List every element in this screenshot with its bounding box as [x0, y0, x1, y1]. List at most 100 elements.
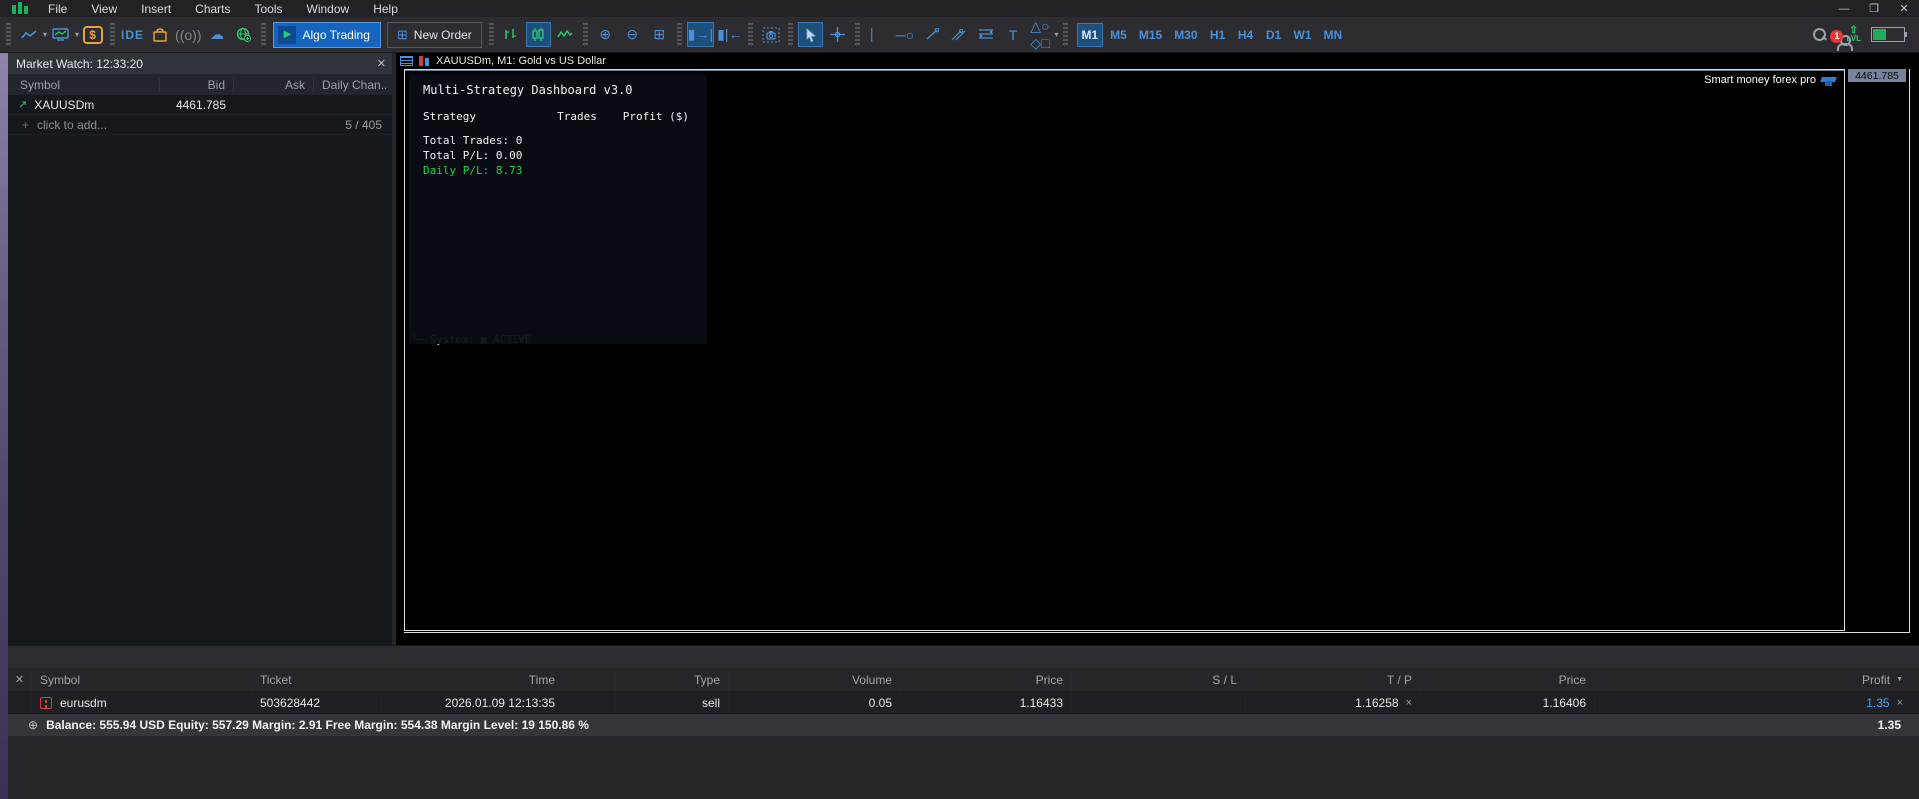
- cloud-icon[interactable]: ☁: [204, 22, 229, 47]
- text-tool-icon[interactable]: T: [1000, 22, 1025, 47]
- symbol-name: XAUUSDm: [34, 98, 94, 112]
- crosshair-icon[interactable]: [825, 22, 850, 47]
- profiles-dropdown-icon[interactable]: ▾: [75, 30, 79, 39]
- new-order-button[interactable]: ⊞ New Order: [387, 22, 482, 48]
- col-ticket[interactable]: Ticket: [252, 668, 382, 691]
- current-price-line: [405, 70, 1844, 71]
- chart-type-dropdown-icon[interactable]: ▾: [43, 30, 47, 39]
- column-ask[interactable]: Ask: [234, 78, 314, 92]
- timeframe-button-h4[interactable]: H4: [1233, 23, 1259, 47]
- line-chart-icon[interactable]: [553, 22, 578, 47]
- timeframe-button-m15[interactable]: M15: [1134, 23, 1167, 47]
- chart-type-icon[interactable]: [16, 22, 41, 47]
- screenshot-icon[interactable]: [758, 22, 783, 47]
- ide-button[interactable]: IDE: [120, 22, 145, 47]
- tile-windows-icon[interactable]: ⊞: [647, 22, 672, 47]
- dashboard-header: Strategy Trades Profit ($): [423, 109, 707, 124]
- timeframe-button-m30[interactable]: M30: [1169, 23, 1202, 47]
- shapes-dropdown-icon[interactable]: ▾: [1054, 30, 1058, 39]
- timeframe-button-m5[interactable]: M5: [1105, 23, 1132, 47]
- menu-file[interactable]: File: [36, 0, 79, 17]
- shapes-tool-icon[interactable]: △○◇□: [1027, 22, 1052, 47]
- account-total-profit: 1.35: [1878, 718, 1919, 732]
- algo-trading-button[interactable]: ▶ Algo Trading: [273, 22, 380, 48]
- community-icon[interactable]: [231, 22, 256, 47]
- position-profit: 1.35×: [1595, 692, 1919, 713]
- menu-help[interactable]: Help: [361, 0, 410, 17]
- search-icon[interactable]: [1813, 28, 1826, 41]
- payments-icon[interactable]: $: [80, 22, 105, 47]
- menu-window[interactable]: Window: [295, 0, 362, 17]
- column-daily-change[interactable]: Daily Chan...: [314, 78, 386, 92]
- menu-view[interactable]: View: [79, 0, 129, 17]
- menu-tools[interactable]: Tools: [243, 0, 295, 17]
- col-type[interactable]: Type: [616, 668, 729, 691]
- market-watch-panel: Market Watch: 12:33:20 ✕ Symbol Bid Ask …: [8, 53, 392, 645]
- minimize-button[interactable]: —: [1829, 0, 1859, 17]
- signals-icon[interactable]: ((o)): [174, 22, 202, 47]
- cursor-icon[interactable]: [798, 22, 823, 47]
- toolbox-close-icon[interactable]: ✕: [8, 668, 32, 691]
- timeframe-button-w1[interactable]: W1: [1289, 23, 1317, 47]
- add-symbol-label[interactable]: click to add...: [37, 118, 107, 132]
- col-symbol[interactable]: Symbol: [32, 668, 252, 691]
- menu-charts[interactable]: Charts: [183, 0, 242, 17]
- timeframe-button-d1[interactable]: D1: [1261, 23, 1287, 47]
- chart-window-titlebar[interactable]: XAUUSDm, M1: Gold vs US Dollar: [396, 53, 1919, 69]
- account-summary-row: ⊕ Balance: 555.94 USD Equity: 557.29 Mar…: [8, 714, 1919, 736]
- auto-scroll-icon[interactable]: ▮→|: [687, 22, 714, 47]
- col-profit[interactable]: Profit▼: [1595, 668, 1919, 691]
- market-icon[interactable]: [147, 22, 172, 47]
- sell-position-icon: [40, 697, 52, 709]
- profiles-icon[interactable]: [48, 22, 73, 47]
- chart-plot-area[interactable]: Smart money forex pro Multi-Strategy Das…: [404, 69, 1845, 631]
- close-button[interactable]: ✕: [1889, 0, 1919, 17]
- time-axis[interactable]: [404, 632, 1910, 645]
- chart-bars-icon: [418, 56, 431, 66]
- col-volume[interactable]: Volume: [729, 668, 901, 691]
- trendline-tool-icon[interactable]: [919, 22, 944, 47]
- channel-tool-icon[interactable]: [946, 22, 971, 47]
- timeframe-button-mn[interactable]: MN: [1319, 23, 1348, 47]
- sort-icon: ▼: [1896, 676, 1903, 683]
- ea-watermark: Smart money forex pro: [1704, 74, 1836, 86]
- price-axis[interactable]: 4461.785: [1846, 69, 1908, 631]
- market-watch-close-icon[interactable]: ✕: [377, 57, 386, 70]
- mt5-logo-icon: [10, 2, 30, 15]
- position-volume: 0.05: [729, 692, 901, 713]
- timeframe-button-h1[interactable]: H1: [1205, 23, 1231, 47]
- restore-button[interactable]: ❐: [1859, 0, 1889, 17]
- col-time[interactable]: Time: [382, 668, 616, 691]
- tp-close-icon[interactable]: ×: [1406, 697, 1412, 709]
- timeframe-button-m1[interactable]: M1: [1077, 23, 1104, 47]
- col-price[interactable]: Price: [901, 668, 1072, 691]
- zoom-in-icon[interactable]: ⊕: [593, 22, 618, 47]
- chart-title: XAUUSDm, M1: Gold vs US Dollar: [436, 55, 606, 67]
- toolbar-group-separator: [788, 23, 793, 47]
- horizontal-line-tool-icon[interactable]: ─○: [892, 22, 917, 47]
- vertical-line-tool-icon[interactable]: ⎸: [865, 22, 890, 47]
- position-row[interactable]: eurusdm 503628442 2026.01.09 12:13:35 se…: [8, 692, 1919, 714]
- position-open-price: 1.16433: [901, 692, 1072, 713]
- dashboard-title: Multi-Strategy Dashboard v3.0: [423, 83, 707, 97]
- market-watch-row[interactable]: ↗XAUUSDm4461.785: [8, 95, 392, 115]
- zoom-out-icon[interactable]: ⊖: [620, 22, 645, 47]
- candlestick-chart-icon[interactable]: [526, 22, 551, 47]
- menu-insert[interactable]: Insert: [129, 0, 183, 17]
- market-watch-titlebar[interactable]: Market Watch: 12:33:20 ✕: [8, 53, 392, 74]
- position-close-icon[interactable]: ×: [1897, 697, 1903, 709]
- col-price2[interactable]: Price: [1421, 668, 1595, 691]
- market-watch-empty-area: [8, 135, 392, 645]
- current-price-label: 4461.785: [1848, 69, 1906, 82]
- market-watch-columns: Symbol Bid Ask Daily Chan...: [8, 74, 392, 95]
- toolbar-drag-handle[interactable]: [6, 23, 11, 47]
- bar-chart-icon[interactable]: [499, 22, 524, 47]
- col-tp[interactable]: T / P: [1246, 668, 1421, 691]
- fibonacci-tool-icon[interactable]: [973, 22, 998, 47]
- column-bid[interactable]: Bid: [160, 78, 234, 92]
- chart-shift-icon[interactable]: ▮|←: [716, 22, 743, 47]
- symbol-cell: ↗XAUUSDm: [8, 98, 160, 112]
- column-symbol[interactable]: Symbol: [8, 78, 160, 92]
- add-symbol-icon[interactable]: +: [22, 118, 29, 132]
- col-sl[interactable]: S / L: [1072, 668, 1246, 691]
